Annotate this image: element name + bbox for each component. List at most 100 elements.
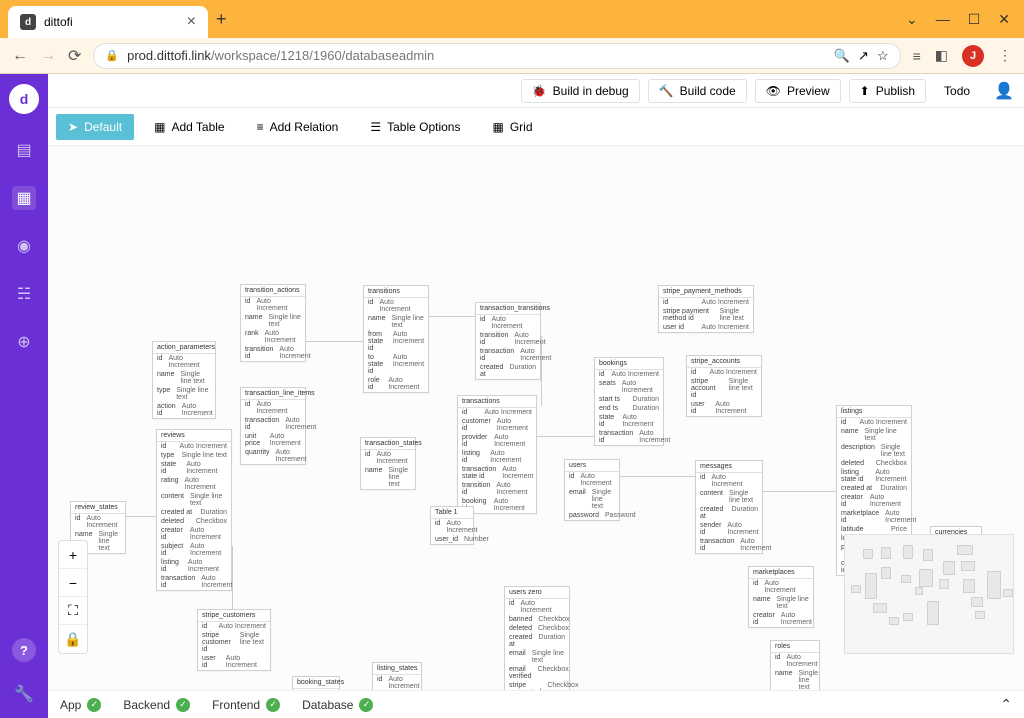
field-row: user idAuto Increment (659, 323, 753, 332)
todo-button[interactable]: Todo (934, 80, 980, 102)
table-transition-actions[interactable]: transition_actionsidAuto IncrementnameSi… (240, 284, 306, 362)
field-row: created atDuration (505, 633, 569, 649)
table-messages[interactable]: messagesidAuto IncrementcontentSingle li… (695, 460, 763, 554)
options-icon: ☰ (370, 120, 381, 134)
field-row: transition idAuto Increment (241, 345, 305, 361)
check-icon: ✓ (87, 698, 101, 712)
extensions-icon[interactable]: ◧ (935, 47, 948, 64)
table-stripe-accounts[interactable]: stripe_accountsidAuto Incrementstripe ac… (686, 355, 762, 417)
preview-button[interactable]: 👁Preview (755, 79, 841, 103)
sidebar-api-icon[interactable]: ◉ (12, 234, 36, 258)
field-row: quantityAuto Increment (241, 448, 305, 464)
top-action-bar: 🐞Build in debug 🔨Build code 👁Preview ⬆Pu… (48, 74, 1024, 108)
settings-wrench-icon[interactable]: 🔧 (12, 682, 36, 706)
add-relation-tool[interactable]: ≡Add Relation (245, 114, 351, 140)
table-stripe-payment-methods[interactable]: stripe_payment_methodsidAuto Incrementst… (658, 285, 754, 333)
table-title: transition_actions (241, 285, 305, 297)
table-booking-states[interactable]: booking_statesidAuto IncrementnameSingle… (292, 676, 340, 690)
field-row: customer idAuto Increment (458, 417, 536, 433)
table-users-zero[interactable]: users zeroidAuto IncrementbannedCheckbox… (504, 586, 570, 690)
url-text: prod.dittofi.link/workspace/1218/1960/da… (127, 48, 434, 63)
table-bookings[interactable]: bookingsidAuto IncrementseatsAuto Increm… (594, 357, 664, 446)
field-row: typeSingle line text (157, 451, 231, 460)
table-roles[interactable]: rolesidAuto IncrementnameSingle line tex… (770, 640, 820, 690)
share-icon[interactable]: ↗ (858, 48, 869, 64)
field-row: idAuto Increment (837, 418, 911, 427)
search-in-page-icon[interactable]: 🔍 (834, 48, 850, 64)
browser-tab[interactable]: d dittofi × (8, 6, 208, 38)
table-table1[interactable]: Table 1idAuto Incrementuser_idNumber (430, 506, 474, 545)
fit-screen-button[interactable]: ⛶ (59, 597, 87, 625)
field-row: nameSingle line text (837, 427, 911, 443)
build-debug-button[interactable]: 🐞Build in debug (521, 79, 640, 103)
field-row: role idAuto Increment (364, 376, 428, 392)
site-favicon: d (20, 14, 36, 30)
status-frontend[interactable]: Frontend✓ (212, 698, 280, 712)
table-options-tool[interactable]: ☰Table Options (358, 114, 472, 140)
field-row: action idAuto Increment (153, 402, 215, 418)
field-row: deletedCheckbox (157, 517, 231, 526)
bug-icon: 🐞 (532, 84, 547, 98)
field-row: passwordPassword (565, 511, 619, 520)
table-transitions[interactable]: transitionsidAuto IncrementnameSingle li… (363, 285, 429, 393)
lock-view-button[interactable]: 🔒 (59, 625, 87, 653)
reload-button[interactable]: ⟳ (68, 46, 81, 66)
tab-title: dittofi (44, 15, 179, 29)
table-users[interactable]: usersidAuto IncrementemailSingle line te… (564, 459, 620, 521)
help-icon[interactable]: ? (12, 638, 36, 662)
maximize-icon[interactable]: ☐ (968, 11, 981, 28)
app-logo[interactable]: d (9, 84, 39, 114)
table-action-parameters[interactable]: action_parametersidAuto IncrementnameSin… (152, 341, 216, 419)
minimap[interactable] (844, 534, 1014, 654)
minimize-icon[interactable]: — (936, 11, 950, 28)
table-title: Table 1 (431, 507, 473, 519)
build-code-button[interactable]: 🔨Build code (648, 79, 747, 103)
kebab-menu-icon[interactable]: ⋮ (998, 47, 1012, 64)
profile-avatar[interactable]: J (962, 45, 984, 67)
schema-canvas[interactable]: action_parametersidAuto IncrementnameSin… (48, 146, 1024, 690)
relation-icon: ≡ (257, 120, 264, 134)
close-window-icon[interactable]: ✕ (998, 11, 1010, 28)
default-tool[interactable]: ➤Default (56, 114, 134, 140)
new-tab-button[interactable]: + (216, 9, 227, 30)
address-bar[interactable]: 🔒 prod.dittofi.link/workspace/1218/1960/… (93, 43, 900, 69)
add-table-tool[interactable]: ▦Add Table (142, 114, 237, 140)
field-row: nameSingle line text (364, 314, 428, 330)
zoom-out-button[interactable]: − (59, 569, 87, 597)
table-transactions[interactable]: transactionsidAuto Incrementcustomer idA… (457, 395, 537, 514)
publish-button[interactable]: ⬆Publish (849, 79, 926, 103)
table-stripe-customers[interactable]: stripe_customersidAuto Incrementstripe c… (197, 609, 271, 671)
zoom-in-button[interactable]: + (59, 541, 87, 569)
address-bar-row: ← → ⟳ 🔒 prod.dittofi.link/workspace/1218… (0, 38, 1024, 74)
forward-button[interactable]: → (40, 47, 56, 65)
field-row: idAuto Increment (373, 675, 421, 690)
table-transaction-transitions[interactable]: transaction_transitionsidAuto Incrementt… (475, 302, 541, 380)
check-icon: ✓ (266, 698, 280, 712)
sidebar-pages-icon[interactable]: ▤ (12, 138, 36, 162)
sidebar-storage-icon[interactable]: ☵ (12, 282, 36, 306)
bookmark-icon[interactable]: ☆ (877, 48, 889, 64)
sidebar-database-icon[interactable]: ▦ (12, 186, 36, 210)
table-listing-states[interactable]: listing_statesidAuto IncrementnameSingle… (372, 662, 422, 690)
table-marketplaces[interactable]: marketplacesidAuto IncrementnameSingle l… (748, 566, 814, 628)
table-transaction-states[interactable]: transaction_statesidAuto IncrementnameSi… (360, 437, 416, 490)
grid-tool[interactable]: ▦Grid (480, 114, 544, 140)
status-backend[interactable]: Backend✓ (123, 698, 190, 712)
field-row: idAuto Increment (505, 599, 569, 615)
field-row: stripe account idSingle line text (687, 377, 761, 400)
status-database[interactable]: Database✓ (302, 698, 373, 712)
field-row: state idAuto Increment (157, 460, 231, 476)
sidebar-globe-icon[interactable]: ⊕ (12, 330, 36, 354)
field-row: idAuto Increment (153, 354, 215, 370)
table-transaction-line-items[interactable]: transaction_line_itemsidAuto Incrementtr… (240, 387, 306, 465)
status-expand-icon[interactable]: ⌃ (1000, 696, 1012, 713)
back-button[interactable]: ← (12, 47, 28, 65)
reading-list-icon[interactable]: ≡ (913, 48, 921, 64)
table-reviews[interactable]: reviewsidAuto IncrementtypeSingle line t… (156, 429, 232, 591)
field-row: descriptionSingle line text (837, 443, 911, 459)
close-tab-icon[interactable]: × (187, 13, 196, 31)
status-app[interactable]: App✓ (60, 698, 101, 712)
chevron-down-icon[interactable]: ⌄ (906, 11, 918, 28)
user-icon[interactable]: 👤 (994, 81, 1014, 101)
field-row: provider idAuto Increment (458, 433, 536, 449)
